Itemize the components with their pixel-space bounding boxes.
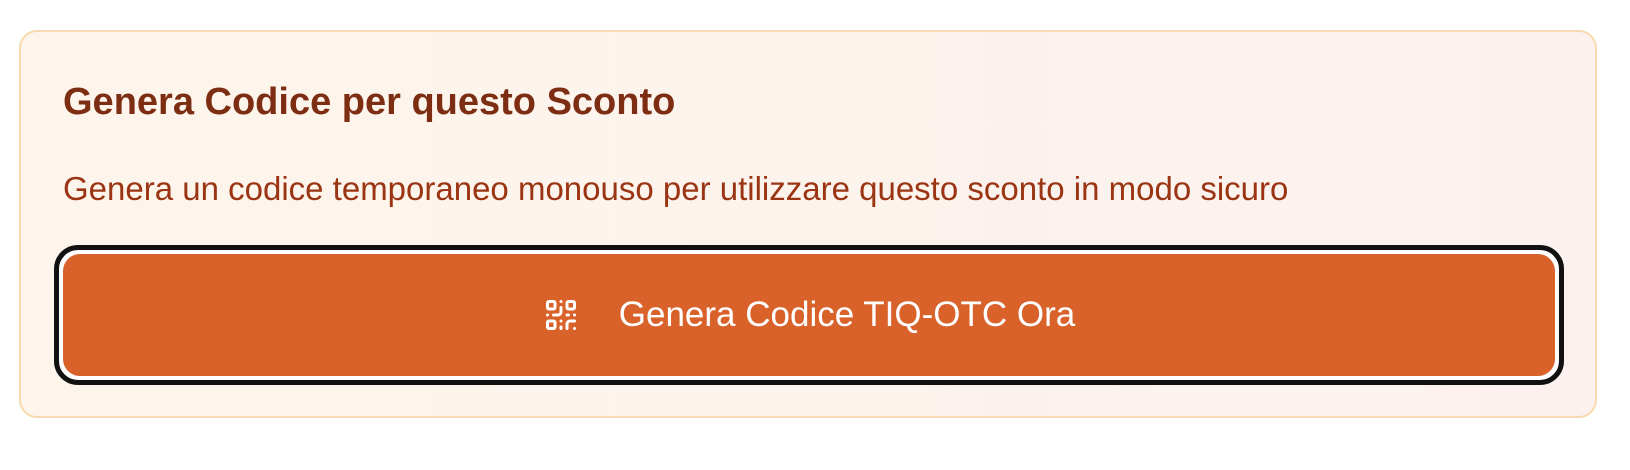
qr-code-icon [543, 297, 579, 333]
generate-button-focus-ring: Genera Codice TIQ-OTC Ora [54, 245, 1564, 385]
card-title: Genera Codice per questo Sconto [63, 81, 676, 123]
card-description: Genera un codice temporaneo monouso per … [63, 170, 1289, 207]
generate-code-card: Genera Codice per questo Sconto Genera u… [19, 30, 1597, 418]
generate-code-button[interactable]: Genera Codice TIQ-OTC Ora [63, 254, 1555, 376]
generate-code-button-label: Genera Codice TIQ-OTC Ora [618, 295, 1076, 334]
